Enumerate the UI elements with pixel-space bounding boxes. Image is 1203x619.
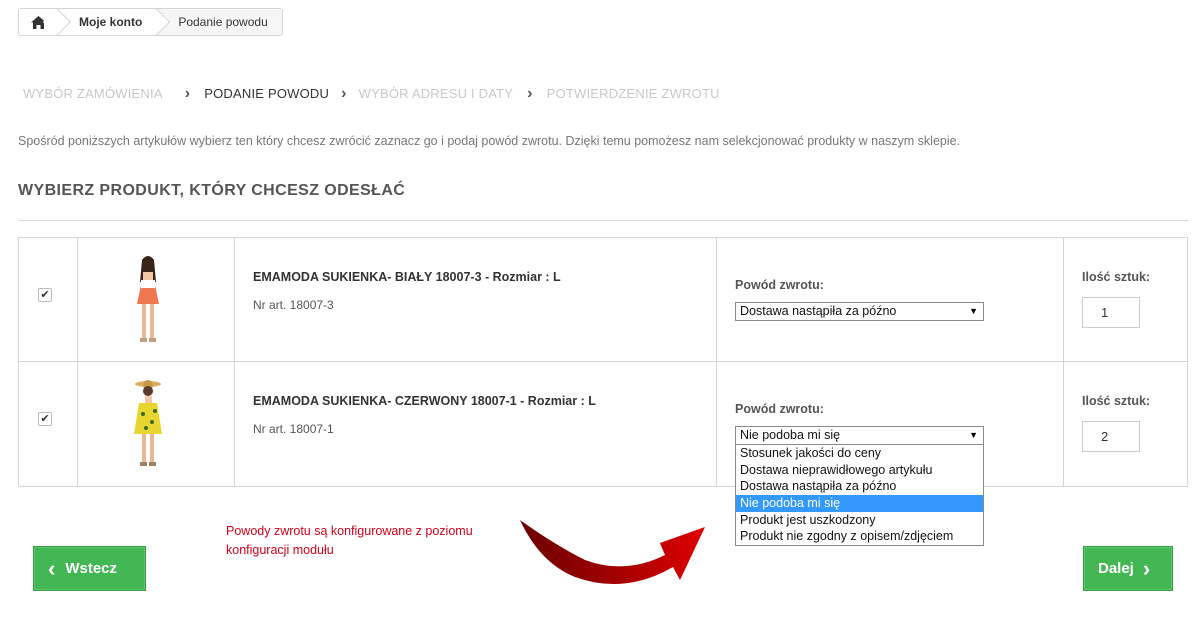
step-address-date: WYBÓR ADRESU I DATY: [358, 86, 514, 101]
breadcrumb-my-account[interactable]: Moje konto: [57, 9, 171, 35]
dropdown-option[interactable]: Produkt jest uszkodzony: [736, 512, 983, 529]
product-image: [134, 380, 162, 466]
chevron-left-icon: ‹: [48, 555, 56, 581]
next-button[interactable]: Dalej ›: [1083, 546, 1173, 591]
table-row: ✔ EMAMODA SUKIENKA- CZERWONY 18007-1 - R…: [19, 362, 1187, 486]
checkout-steps: WYBÓR ZAMÓWIENIA › PODANIE POWODU › WYBÓ…: [23, 85, 720, 102]
reason-dropdown-list: Stosunek jakości do ceny Dostawa niepraw…: [735, 444, 984, 547]
qty-label: Ilość sztuk:: [1082, 394, 1151, 408]
reason-select-value: Dostawa nastąpiła za późno: [740, 304, 897, 318]
intro-text: Spośród poniższych artykułów wybierz ten…: [18, 134, 961, 148]
product-ref: Nr art. 18007-3: [253, 298, 334, 312]
reason-select[interactable]: Nie podoba mi się ▼: [735, 426, 984, 445]
back-button[interactable]: ‹ Wstecz: [33, 546, 146, 591]
annotation-note: Powody zwrotu są konfigurowane z poziomu…: [226, 524, 473, 557]
product-checkbox[interactable]: ✔: [38, 412, 52, 426]
dropdown-option-selected[interactable]: Nie podoba mi się: [736, 495, 983, 512]
qty-label: Ilość sztuk:: [1082, 270, 1151, 284]
product-name: EMAMODA SUKIENKA- CZERWONY 18007-1 - Roz…: [253, 394, 596, 408]
chevron-right-icon: ›: [1142, 555, 1151, 581]
dropdown-option[interactable]: Stosunek jakości do ceny: [736, 445, 983, 462]
step-reason: PODANIE POWODU: [204, 86, 330, 101]
product-checkbox[interactable]: ✔: [38, 288, 52, 302]
product-ref: Nr art. 18007-1: [253, 422, 334, 436]
step-confirmation: POTWIERDZENIE ZWROTU: [546, 86, 720, 101]
annotation-arrow-icon: [520, 520, 705, 585]
chevron-right-icon: ›: [184, 85, 191, 102]
product-name: EMAMODA SUKIENKA- BIAŁY 18007-3 - Rozmia…: [253, 270, 561, 284]
chevron-right-icon: ›: [341, 85, 347, 102]
section-title: WYBIERZ PRODUKT, KTÓRY CHCESZ ODESŁAĆ: [18, 182, 406, 199]
breadcrumb-home[interactable]: [19, 9, 72, 35]
chevron-right-icon: ›: [527, 85, 533, 102]
step-order-selection: WYBÓR ZAMÓWIENIA: [23, 86, 163, 101]
quantity-input[interactable]: 1: [1082, 297, 1140, 328]
breadcrumb-my-account-label: Moje konto: [79, 15, 143, 29]
reason-label: Powód zwrotu:: [735, 278, 824, 292]
dropdown-option[interactable]: Produkt nie zgodny z opisem/zdjęciem: [736, 528, 983, 545]
reason-label: Powód zwrotu:: [735, 402, 824, 416]
select-arrow-icon: ▼: [969, 306, 978, 316]
select-arrow-icon: ▼: [969, 430, 978, 440]
next-button-label: Dalej: [1098, 560, 1134, 577]
divider: [18, 220, 1188, 221]
quantity-input[interactable]: 2: [1082, 421, 1140, 452]
dropdown-option[interactable]: Dostawa nastąpiła za późno: [736, 478, 983, 495]
back-button-label: Wstecz: [65, 560, 118, 577]
breadcrumb-current-label: Podanie powodu: [178, 15, 268, 29]
reason-select-value: Nie podoba mi się: [740, 428, 841, 442]
breadcrumb-current: Podanie powodu: [156, 9, 282, 35]
breadcrumb: Moje konto Podanie powodu: [18, 8, 283, 36]
product-image: [137, 256, 159, 342]
dropdown-option[interactable]: Dostawa nieprawidłowego artykułu: [736, 462, 983, 479]
table-row: ✔ EMAMODA SUKIENKA- BIAŁY 18007-3 - Rozm…: [19, 238, 1187, 362]
reason-select[interactable]: Dostawa nastąpiła za późno ▼: [735, 302, 984, 321]
product-table: ✔ EMAMODA SUKIENKA- BIAŁY 18007-3 - Rozm…: [18, 237, 1188, 487]
